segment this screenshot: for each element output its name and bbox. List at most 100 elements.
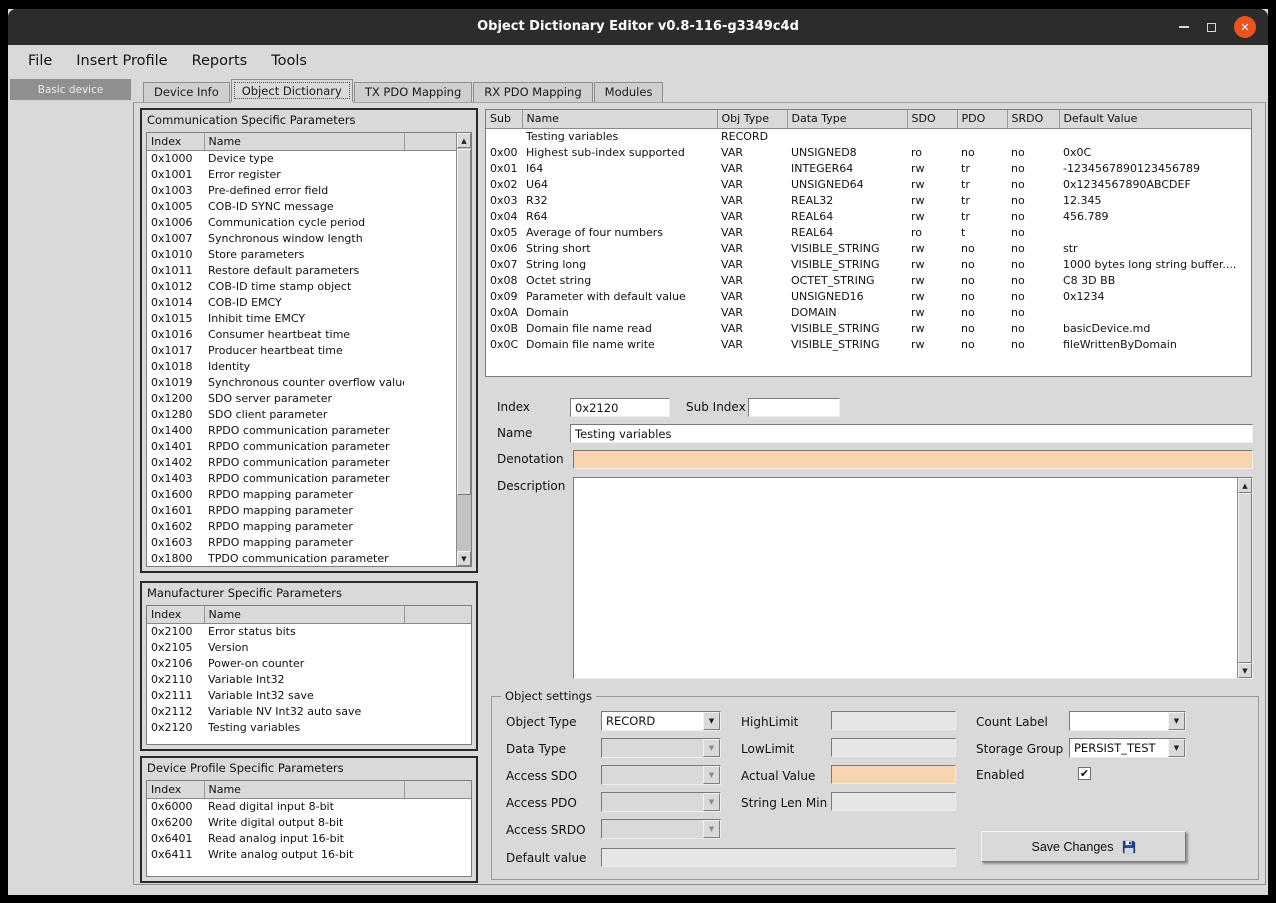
- table-cell[interactable]: 0x1401: [147, 438, 204, 454]
- table-cell[interactable]: rw: [907, 288, 957, 304]
- tab-tx-pdo-mapping[interactable]: TX PDO Mapping: [354, 82, 472, 102]
- table-cell[interactable]: [1059, 128, 1251, 144]
- table-cell[interactable]: VAR: [717, 256, 787, 272]
- table-cell[interactable]: 0x2100: [147, 623, 204, 639]
- table-row[interactable]: 0x1401RPDO communication parameter: [147, 438, 456, 454]
- table-cell[interactable]: 0x6000: [147, 798, 204, 814]
- table-cell[interactable]: [957, 128, 1007, 144]
- table-cell[interactable]: [907, 128, 957, 144]
- table-cell[interactable]: Octet string: [522, 272, 717, 288]
- table-cell[interactable]: Variable Int32: [204, 671, 404, 687]
- table-cell[interactable]: Write digital output 8-bit: [204, 814, 404, 830]
- data-type-combo[interactable]: ▼: [601, 738, 721, 758]
- titlebar[interactable]: Object Dictionary Editor v0.8-116-g3349c…: [8, 9, 1268, 45]
- table-row[interactable]: 0x1603RPDO mapping parameter: [147, 534, 456, 550]
- table-cell[interactable]: REAL64: [787, 208, 907, 224]
- table-cell[interactable]: t: [957, 224, 1007, 240]
- tab-rx-pdo-mapping[interactable]: RX PDO Mapping: [473, 82, 592, 102]
- table-row[interactable]: 0x00Highest sub-index supportedVARUNSIGN…: [486, 144, 1251, 160]
- table-row[interactable]: 0x1010Store parameters: [147, 246, 456, 262]
- low-limit-input[interactable]: [831, 738, 956, 757]
- table-cell[interactable]: String short: [522, 240, 717, 256]
- table-cell[interactable]: 0x06: [486, 240, 522, 256]
- device-selector-tab[interactable]: Basic device: [10, 79, 131, 100]
- storage-group-combo[interactable]: PERSIST_TEST ▼: [1069, 738, 1186, 758]
- table-row[interactable]: 0x2111Variable Int32 save: [147, 687, 471, 703]
- table-cell[interactable]: no: [1007, 208, 1059, 224]
- table-cell[interactable]: 0x1011: [147, 262, 204, 278]
- column-header-srdo[interactable]: SRDO: [1007, 110, 1059, 128]
- table-cell[interactable]: Parameter with default value: [522, 288, 717, 304]
- table-cell[interactable]: UNSIGNED16: [787, 288, 907, 304]
- table-cell[interactable]: [486, 128, 522, 144]
- comm-params-scrollbar[interactable]: ▲ ▼: [456, 133, 471, 566]
- table-cell[interactable]: Domain file name read: [522, 320, 717, 336]
- table-row[interactable]: 0x1007Synchronous window length: [147, 230, 456, 246]
- table-row[interactable]: 0x0BDomain file name readVARVISIBLE_STRI…: [486, 320, 1251, 336]
- table-cell[interactable]: no: [1007, 192, 1059, 208]
- table-cell[interactable]: Testing variables: [204, 719, 404, 735]
- table-cell[interactable]: UNSIGNED64: [787, 176, 907, 192]
- table-cell[interactable]: 0x1005: [147, 198, 204, 214]
- table-cell[interactable]: COB-ID SYNC message: [204, 198, 404, 214]
- table-row[interactable]: 0x1012COB-ID time stamp object: [147, 278, 456, 294]
- table-cell[interactable]: no: [957, 240, 1007, 256]
- table-cell[interactable]: 12.345: [1059, 192, 1251, 208]
- chevron-down-icon[interactable]: ▼: [703, 766, 720, 784]
- table-row[interactable]: 0x1403RPDO communication parameter: [147, 470, 456, 486]
- table-cell[interactable]: VAR: [717, 224, 787, 240]
- table-cell[interactable]: Highest sub-index supported: [522, 144, 717, 160]
- table-cell[interactable]: String long: [522, 256, 717, 272]
- table-row[interactable]: 0x1200SDO server parameter: [147, 390, 456, 406]
- table-cell[interactable]: 0x2106: [147, 655, 204, 671]
- table-cell[interactable]: rw: [907, 240, 957, 256]
- table-row[interactable]: 0x03R32VARREAL32rwtrno12.345: [486, 192, 1251, 208]
- string-len-min-input[interactable]: [831, 792, 956, 811]
- table-row[interactable]: 0x1006Communication cycle period: [147, 214, 456, 230]
- table-cell[interactable]: VAR: [717, 288, 787, 304]
- column-header-index[interactable]: Index: [147, 133, 204, 150]
- table-cell[interactable]: 0x1601: [147, 502, 204, 518]
- table-cell[interactable]: no: [957, 144, 1007, 160]
- table-cell[interactable]: DOMAIN: [787, 304, 907, 320]
- table-cell[interactable]: Pre-defined error field: [204, 182, 404, 198]
- table-cell[interactable]: no: [1007, 272, 1059, 288]
- table-cell[interactable]: Consumer heartbeat time: [204, 326, 404, 342]
- table-cell[interactable]: REAL64: [787, 224, 907, 240]
- table-cell[interactable]: 0x0C: [486, 336, 522, 352]
- table-row[interactable]: 0x2106Power-on counter: [147, 655, 471, 671]
- table-cell[interactable]: 0x08: [486, 272, 522, 288]
- table-cell[interactable]: 0x2105: [147, 639, 204, 655]
- table-row[interactable]: 0x1017Producer heartbeat time: [147, 342, 456, 358]
- table-cell[interactable]: OCTET_STRING: [787, 272, 907, 288]
- scrollbar-thumb[interactable]: [457, 149, 471, 495]
- table-row[interactable]: Testing variablesRECORD: [486, 128, 1251, 144]
- table-cell[interactable]: no: [1007, 144, 1059, 160]
- table-row[interactable]: 0x1800TPDO communication parameter: [147, 550, 456, 566]
- table-cell[interactable]: 0x2110: [147, 671, 204, 687]
- table-cell[interactable]: 0x1015: [147, 310, 204, 326]
- table-cell[interactable]: Error register: [204, 166, 404, 182]
- table-cell[interactable]: no: [1007, 336, 1059, 352]
- table-cell[interactable]: no: [1007, 320, 1059, 336]
- table-cell[interactable]: no: [957, 288, 1007, 304]
- table-cell[interactable]: SDO server parameter: [204, 390, 404, 406]
- table-cell[interactable]: 0x1003: [147, 182, 204, 198]
- table-cell[interactable]: VAR: [717, 192, 787, 208]
- table-cell[interactable]: Error status bits: [204, 623, 404, 639]
- enabled-checkbox[interactable]: ✔: [1078, 767, 1091, 780]
- table-row[interactable]: 0x1014COB-ID EMCY: [147, 294, 456, 310]
- column-header-name[interactable]: Name: [204, 133, 404, 150]
- table-cell[interactable]: VAR: [717, 272, 787, 288]
- column-header-pdo[interactable]: PDO: [957, 110, 1007, 128]
- table-cell[interactable]: 0x1234: [1059, 288, 1251, 304]
- table-cell[interactable]: RPDO communication parameter: [204, 470, 404, 486]
- table-cell[interactable]: R64: [522, 208, 717, 224]
- table-cell[interactable]: [1059, 304, 1251, 320]
- table-cell[interactable]: 0x1010: [147, 246, 204, 262]
- table-cell[interactable]: COB-ID time stamp object: [204, 278, 404, 294]
- table-cell[interactable]: fileWrittenByDomain: [1059, 336, 1251, 352]
- table-cell[interactable]: VAR: [717, 208, 787, 224]
- table-cell[interactable]: Communication cycle period: [204, 214, 404, 230]
- table-cell[interactable]: Average of four numbers: [522, 224, 717, 240]
